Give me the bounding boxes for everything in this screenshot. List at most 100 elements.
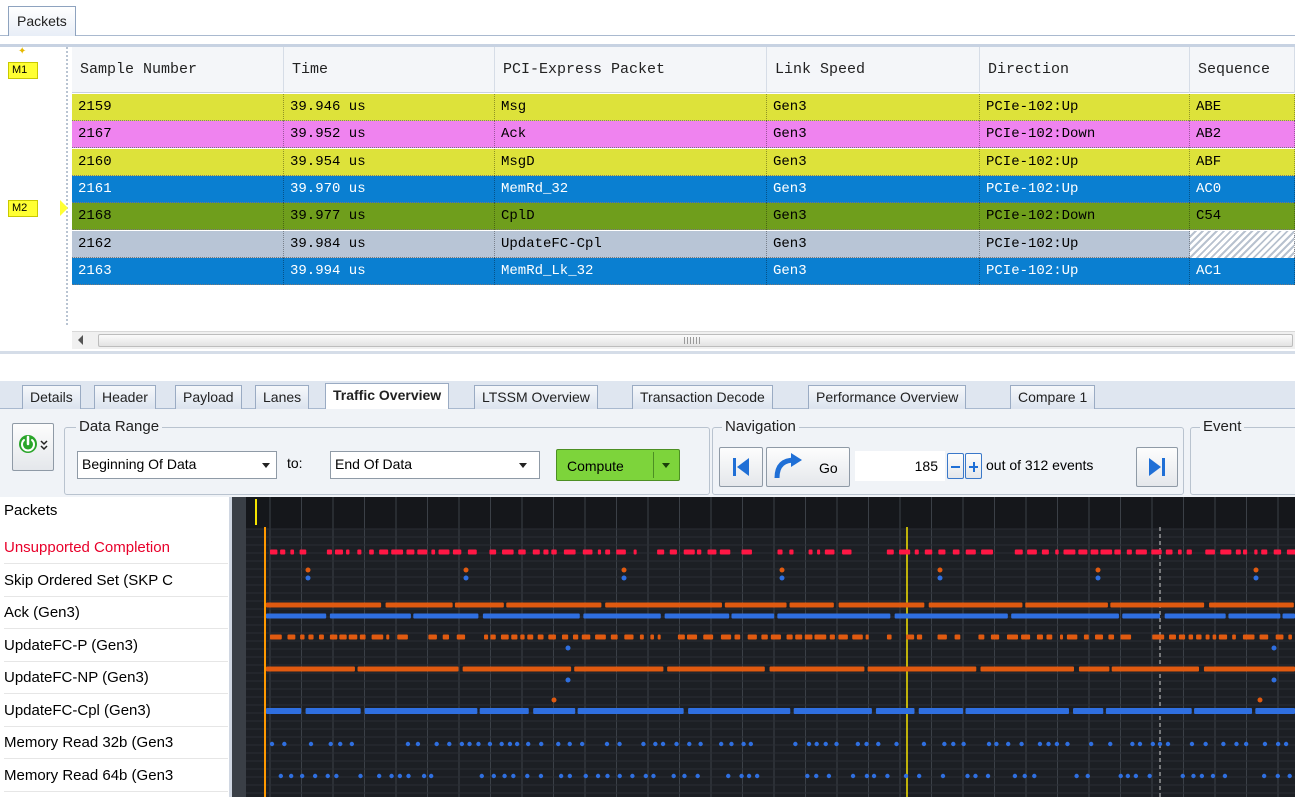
event-bar	[1255, 708, 1295, 714]
grip-icon	[684, 337, 700, 344]
column-header-sample-number[interactable]: Sample Number	[72, 47, 284, 93]
cell-time: 39.946 us	[284, 94, 495, 121]
first-event-button[interactable]	[719, 447, 763, 487]
tab-lanes[interactable]: Lanes	[255, 385, 310, 409]
event-dot	[1262, 741, 1268, 747]
event-dot	[1222, 773, 1228, 779]
event-mark	[720, 634, 732, 640]
tab-traffic-overview[interactable]: Traffic Overview	[325, 383, 450, 410]
timeline-row-label[interactable]: UpdateFC-Cpl (Gen3)	[4, 695, 228, 727]
event-bar	[875, 708, 915, 714]
event-bar	[364, 708, 478, 714]
event-mark	[804, 634, 813, 640]
timeline-row-label[interactable]: UpdateFC-NP (Gen3)	[4, 662, 228, 694]
tab-transaction-decode[interactable]: Transaction Decode	[632, 385, 773, 409]
event-mark	[1135, 549, 1147, 555]
timeline-row-label[interactable]: UpdateFC-P (Gen3)	[4, 630, 228, 662]
tab-ltssm-overview[interactable]: LTSSM Overview	[474, 385, 598, 409]
tab-header[interactable]: Header	[94, 385, 156, 409]
timeline-row-label[interactable]: Memory Read 64b (Gen3	[4, 760, 228, 792]
go-label: Go	[819, 460, 838, 476]
event-bar	[1282, 613, 1295, 619]
event-dot	[1054, 741, 1060, 747]
event-dot	[1271, 677, 1277, 683]
event-mark	[287, 634, 296, 640]
column-header-sequence[interactable]: Sequence	[1190, 47, 1295, 93]
event-mark	[808, 549, 813, 555]
tab-payload[interactable]: Payload	[175, 385, 242, 409]
timeline-row-label[interactable]: Skip Ordered Set (SKP C	[4, 565, 228, 597]
event-dot	[567, 773, 573, 779]
table-row[interactable]: 2161 39.970 us MemRd_32 Gen3 PCIe-102:Up AC0	[72, 175, 1295, 203]
event-dot	[630, 773, 635, 779]
increment-button[interactable]	[965, 453, 982, 479]
event-dot	[1130, 741, 1135, 747]
chevron-down-icon[interactable]	[662, 463, 670, 468]
event-dot	[1180, 773, 1185, 779]
timeline-row-label[interactable]: Unsupported Completion	[4, 532, 228, 564]
event-mark	[1027, 549, 1037, 555]
table-row[interactable]: 2162 39.984 us UpdateFC-Cpl Gen3 PCIe-102:Up	[72, 230, 1295, 258]
power-button[interactable]	[12, 423, 54, 471]
compute-button[interactable]: Compute	[556, 449, 680, 481]
event-mark	[1059, 634, 1063, 640]
scrollbar-thumb[interactable]	[98, 334, 1293, 347]
range-to-select[interactable]: End Of Data	[330, 451, 540, 479]
last-event-button[interactable]	[1136, 447, 1178, 487]
event-mark	[703, 634, 714, 640]
event-dot	[754, 773, 760, 779]
event-mark	[734, 634, 741, 640]
table-row[interactable]: 2160 39.954 us MsgD Gen3 PCIe-102:Up ABF	[72, 148, 1295, 176]
event-dot	[397, 773, 403, 779]
event-mark	[572, 634, 579, 640]
event-dot	[567, 741, 572, 747]
event-mark	[770, 634, 781, 640]
event-dot	[973, 773, 978, 779]
marker-star-icon: ✦	[18, 46, 27, 57]
event-dot	[539, 741, 544, 747]
tab-compare-1[interactable]: Compare 1	[1010, 385, 1096, 409]
event-number-input[interactable]	[855, 451, 945, 481]
event-legend: Event	[1200, 419, 1245, 435]
event-mark	[500, 634, 509, 640]
go-button[interactable]: Go	[766, 447, 850, 487]
pane-splitter[interactable]	[0, 351, 1295, 381]
event-mark	[438, 549, 450, 555]
event-dot	[718, 741, 724, 747]
tab-performance-overview[interactable]: Performance Overview	[808, 385, 967, 409]
event-bar	[928, 602, 1023, 608]
event-mark	[1108, 634, 1115, 640]
event-mark	[1014, 549, 1023, 555]
timeline-row-label[interactable]: Memory Read 32b (Gen3	[4, 727, 228, 759]
tab-packets[interactable]: Packets	[8, 6, 76, 36]
timeline-left-strip	[232, 497, 246, 797]
column-header-direction[interactable]: Direction	[980, 47, 1190, 93]
event-mark	[431, 549, 436, 555]
column-header-packet[interactable]: PCI-Express Packet	[495, 47, 767, 93]
table-row[interactable]: 2159 39.946 us Msg Gen3 PCIe-102:Up ABE	[72, 94, 1295, 121]
event-mark	[686, 634, 698, 640]
horizontal-scrollbar[interactable]	[72, 331, 1295, 349]
decrement-button[interactable]	[947, 453, 964, 479]
table-row[interactable]: 2163 39.994 us MemRd_Lk_32 Gen3 PCIe-102:Up A…	[72, 257, 1295, 285]
event-dot	[1210, 773, 1216, 779]
event-dot	[476, 741, 481, 747]
marker-m2[interactable]: M2	[8, 200, 38, 217]
range-from-select[interactable]: Beginning Of Data	[77, 451, 277, 479]
cell-link-speed: Gen3	[767, 257, 980, 285]
column-header-link-speed[interactable]: Link Speed	[767, 47, 980, 93]
timeline-svg[interactable]	[232, 497, 1295, 797]
event-mark	[990, 634, 1000, 640]
event-dot	[565, 677, 571, 683]
scroll-left-icon[interactable]	[78, 335, 83, 345]
timeline-canvas[interactable]	[232, 497, 1295, 797]
cell-sample-number: 2168	[72, 203, 284, 231]
marker-m1[interactable]: M1	[8, 62, 38, 79]
timeline-row-label[interactable]: Ack (Gen3)	[4, 597, 228, 629]
event-dot	[434, 741, 439, 747]
event-mark	[916, 634, 923, 640]
table-row[interactable]: 2167 39.952 us Ack Gen3 PCIe-102:Down AB2	[72, 121, 1295, 149]
table-row[interactable]: 2168 39.977 us CplD Gen3 PCIe-102:Down C54	[72, 203, 1295, 231]
column-header-time[interactable]: Time	[284, 47, 495, 93]
tab-details[interactable]: Details	[22, 385, 81, 409]
